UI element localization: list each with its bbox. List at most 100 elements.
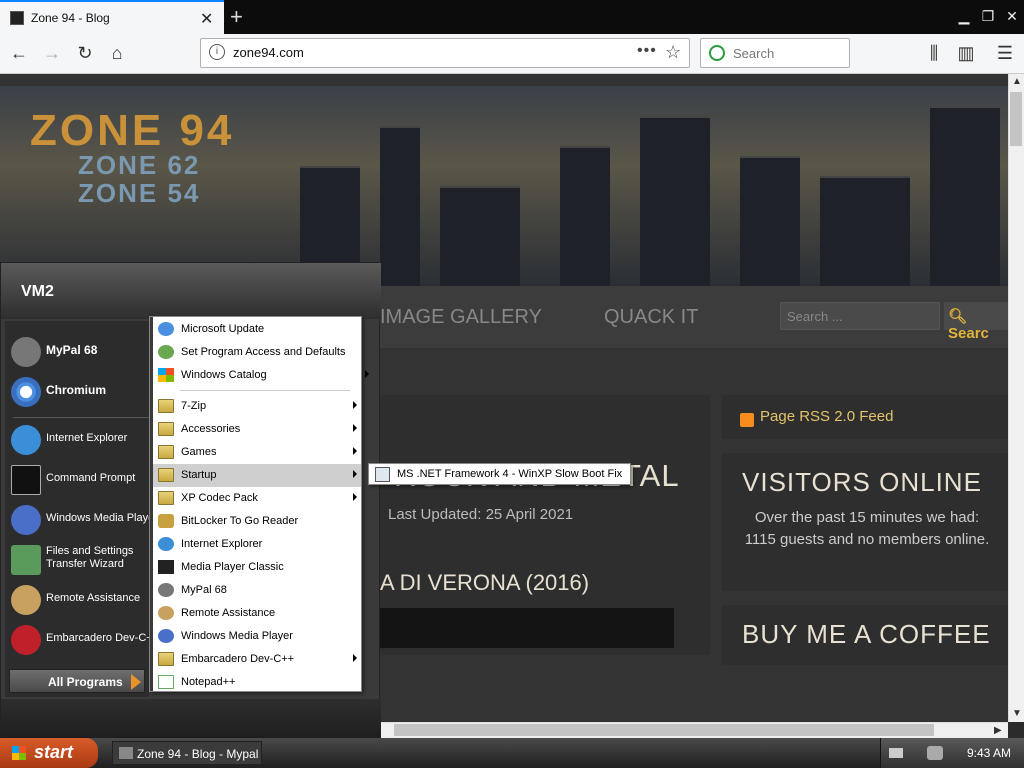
- clock[interactable]: 9:43 AM: [967, 746, 1011, 760]
- site-logo-main[interactable]: ZONE 94: [30, 106, 234, 156]
- coffee-heading: BUY ME A COFFEE: [742, 619, 991, 649]
- submenu-arrow-icon: [353, 401, 357, 409]
- program-accessories[interactable]: Accessories: [153, 418, 361, 441]
- folder-icon: [158, 468, 174, 482]
- transfer-icon: [11, 545, 41, 575]
- all-programs-button[interactable]: All Programs: [9, 669, 145, 693]
- program-notepadpp[interactable]: Notepad++: [153, 671, 361, 694]
- menu-item-quack-it[interactable]: QUACK IT: [604, 306, 698, 329]
- pinned-chromium[interactable]: Chromium: [5, 371, 149, 411]
- ie-icon: [158, 537, 174, 551]
- browser-window-icon: [119, 747, 133, 759]
- start-button[interactable]: start: [0, 738, 98, 768]
- browser-tab[interactable]: Zone 94 - Blog ✕: [0, 0, 224, 34]
- new-tab-icon[interactable]: +: [230, 4, 243, 30]
- programs-menu: Microsoft Update Set Program Access and …: [149, 316, 369, 694]
- remote-icon: [11, 585, 41, 615]
- pinned-remote-assistance[interactable]: Remote Assistance: [5, 579, 149, 619]
- hamburger-menu-icon[interactable]: ☰: [994, 42, 1016, 64]
- visitors-heading: VISITORS ONLINE: [742, 467, 982, 497]
- folder-icon: [158, 445, 174, 459]
- folder-icon: [158, 491, 174, 505]
- sidebar-icon[interactable]: ▥: [955, 42, 977, 64]
- program-set-access-defaults[interactable]: Set Program Access and Defaults: [153, 341, 361, 364]
- program-games[interactable]: Games: [153, 441, 361, 464]
- vertical-scroll-thumb[interactable]: [1010, 92, 1022, 146]
- site-search-input[interactable]: Search ...: [780, 302, 940, 330]
- minimize-icon[interactable]: ▁: [954, 6, 974, 26]
- info-icon[interactable]: i: [209, 44, 225, 60]
- reload-icon[interactable]: ↻: [74, 42, 96, 64]
- library-icon[interactable]: ⫼: [923, 42, 945, 64]
- program-xp-codec-pack[interactable]: XP Codec Pack: [153, 487, 361, 510]
- pinned-command-prompt[interactable]: Command Prompt: [5, 459, 149, 499]
- coffee-panel: BUY ME A COFFEE: [722, 605, 1008, 665]
- search-placeholder: Search: [733, 46, 775, 61]
- program-startup[interactable]: Startup: [153, 464, 361, 487]
- program-embarcadero-devcpp[interactable]: Embarcadero Dev-C++: [153, 648, 361, 671]
- raccoon-icon: [158, 583, 174, 597]
- close-window-icon[interactable]: ✕: [1002, 6, 1022, 26]
- taskbar-window-button[interactable]: Zone 94 - Blog - Mypal: [112, 741, 262, 765]
- horizontal-scroll-thumb[interactable]: [394, 724, 934, 736]
- scroll-right-icon[interactable]: ▶: [994, 725, 1002, 736]
- bookmark-star-icon[interactable]: ☆: [665, 42, 681, 63]
- program-windows-media-player[interactable]: Windows Media Player: [153, 625, 361, 648]
- url-bar[interactable]: i zone94.com ••• ☆: [200, 38, 690, 68]
- menu-item-image-gallery[interactable]: IMAGE GALLERY: [380, 306, 542, 329]
- site-logo-sub1: ZONE 62: [78, 150, 201, 180]
- defaults-icon: [158, 345, 174, 359]
- submenu-arrow-icon: [353, 470, 357, 478]
- windows-catalog-icon: [158, 368, 174, 382]
- folder-icon: [158, 652, 174, 666]
- home-icon[interactable]: ⌂: [106, 42, 128, 64]
- ie-icon: [11, 425, 41, 455]
- mpc-icon: [158, 560, 174, 574]
- forward-icon[interactable]: →: [41, 42, 63, 64]
- pinned-windows-media-player[interactable]: Windows Media Player: [5, 499, 149, 539]
- keyboard-icon[interactable]: [889, 748, 903, 758]
- system-tray: 9:43 AM: [880, 738, 1024, 768]
- pinned-files-settings-transfer[interactable]: Files and Settings Transfer Wizard: [5, 539, 149, 579]
- startup-item[interactable]: MS .NET Framework 4 - WinXP Slow Boot Fi…: [397, 468, 622, 480]
- raccoon-icon: [11, 337, 41, 367]
- page-actions-icon[interactable]: •••: [637, 42, 657, 60]
- user-name: VM2: [21, 283, 54, 300]
- browser-search-input[interactable]: Search: [700, 38, 850, 68]
- vertical-scrollbar[interactable]: ▲ ▼: [1008, 74, 1024, 722]
- restore-icon[interactable]: ❐: [978, 6, 998, 26]
- rss-link[interactable]: Page RSS 2.0 Feed: [760, 408, 893, 425]
- program-media-player-classic[interactable]: Media Player Classic: [153, 556, 361, 579]
- pinned-internet-explorer[interactable]: Internet Explorer: [5, 419, 149, 459]
- scroll-up-icon[interactable]: ▲: [1012, 76, 1022, 87]
- article-subtitle[interactable]: A DI VERONA (2016): [380, 570, 589, 596]
- program-internet-explorer[interactable]: Internet Explorer: [153, 533, 361, 556]
- site-search-button[interactable]: 🔍︎Searc: [944, 302, 1008, 342]
- submenu-arrow-icon: [353, 654, 357, 662]
- site-banner: ZONE 94 ZONE 62 ZONE 54: [0, 86, 1008, 286]
- windows-update-icon: [158, 322, 174, 336]
- program-windows-catalog[interactable]: Windows Catalog: [153, 364, 369, 387]
- devcpp-icon: [11, 625, 41, 655]
- rss-icon: [740, 413, 754, 427]
- submenu-arrow-icon: [353, 493, 357, 501]
- site-favicon-icon: [10, 11, 24, 25]
- submenu-arrow-icon: [353, 447, 357, 455]
- network-icon[interactable]: [927, 746, 943, 760]
- program-remote-assistance[interactable]: Remote Assistance: [153, 602, 361, 625]
- scroll-down-icon[interactable]: ▼: [1012, 708, 1022, 719]
- pinned-mypal[interactable]: MyPal 68: [5, 331, 149, 371]
- program-microsoft-update[interactable]: Microsoft Update: [153, 318, 361, 341]
- program-bitlocker-reader[interactable]: BitLocker To Go Reader: [153, 510, 361, 533]
- visitors-text: Over the past 15 minutes we had: 1115 gu…: [744, 509, 990, 548]
- program-mypal[interactable]: MyPal 68: [153, 579, 361, 602]
- start-menu-footer: [1, 699, 381, 739]
- article-date: Last Updated: 25 April 2021: [388, 506, 574, 523]
- pinned-embarcadero-devcpp[interactable]: Embarcadero Dev-C++: [5, 619, 149, 659]
- search-engine-icon: [709, 45, 725, 61]
- search-icon: 🔍︎: [948, 308, 968, 325]
- program-7zip[interactable]: 7-Zip: [153, 395, 361, 418]
- bitlocker-icon: [158, 514, 174, 528]
- back-icon[interactable]: ←: [8, 42, 30, 64]
- close-tab-icon[interactable]: ✕: [200, 9, 213, 29]
